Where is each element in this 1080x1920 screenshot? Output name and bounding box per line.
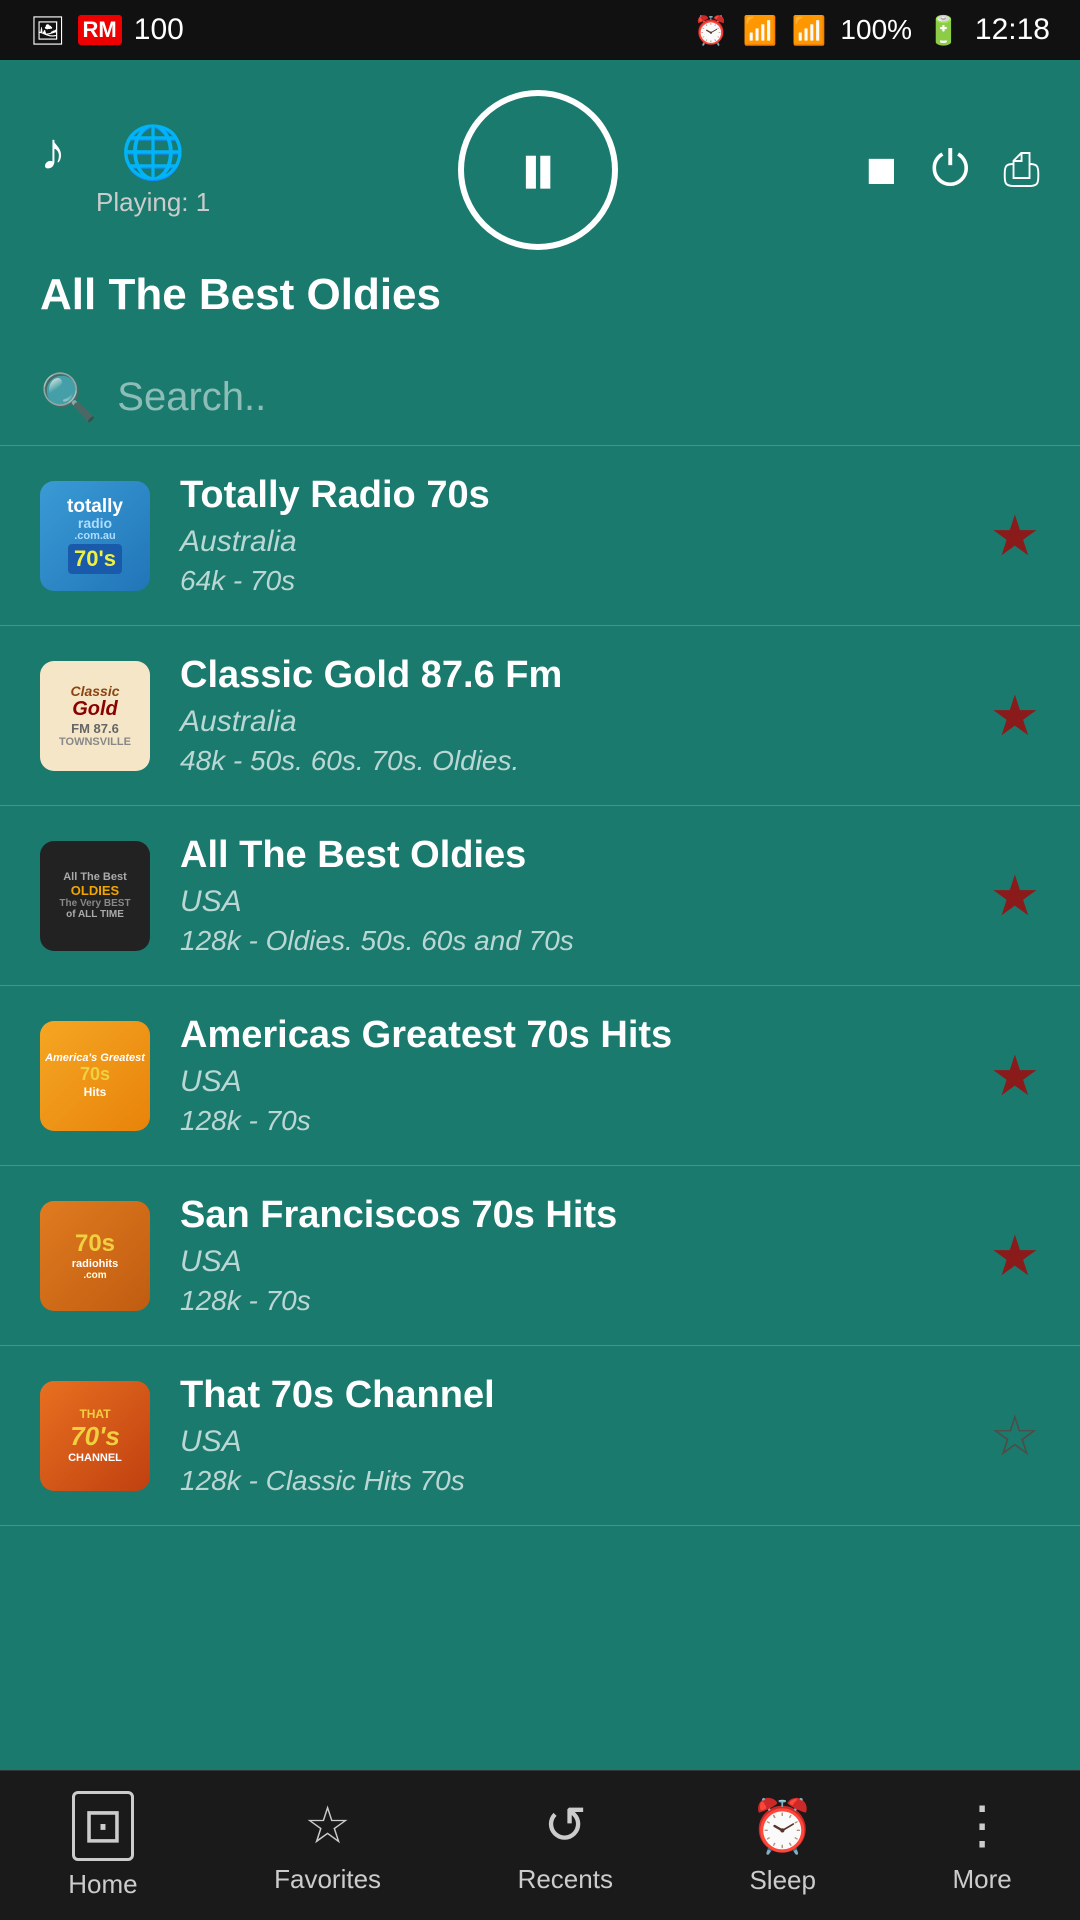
station-info: Classic Gold 87.6 Fm Australia 48k - 50s… [180, 654, 990, 777]
favorite-star[interactable]: ★ [990, 1043, 1040, 1109]
current-station-title: All The Best Oldies [40, 270, 1040, 330]
status-count: 100 [134, 13, 184, 47]
nav-favorites[interactable]: ☆ Favorites [274, 1796, 381, 1895]
globe-icon[interactable]: 🌐 [121, 122, 186, 183]
station-logo: All The Best OLDIES The Very BEST of ALL… [40, 841, 150, 951]
nav-home[interactable]: ⊡ Home [68, 1791, 137, 1900]
station-bitrate: 48k - 50s. 60s. 70s. Oldies. [180, 745, 990, 777]
status-bar: 🖼 RM 100 ⏰ 📶 📶 100% 🔋 12:18 [0, 0, 1080, 60]
pause-icon: ⏸ [518, 130, 558, 210]
nav-recents-label: Recents [518, 1864, 613, 1895]
station-bitrate: 64k - 70s [180, 565, 990, 597]
station-bitrate: 128k - 70s [180, 1105, 990, 1137]
image-icon: 🖼 [30, 14, 66, 47]
favorite-star[interactable]: ★ [990, 503, 1040, 569]
nav-recents[interactable]: ↺ Recents [518, 1796, 613, 1895]
station-logo: Classic Gold FM 87.6 TOWNSVILLE [40, 661, 150, 771]
station-name: Totally Radio 70s [180, 474, 990, 517]
station-info: San Franciscos 70s Hits USA 128k - 70s [180, 1194, 990, 1317]
station-country: USA [180, 1245, 990, 1279]
search-bar: 🔍 [0, 350, 1080, 446]
nav-sleep-label: Sleep [749, 1865, 816, 1896]
station-country: USA [180, 885, 990, 919]
station-country: USA [180, 1065, 990, 1099]
battery-icon: 🔋 [926, 14, 961, 47]
radio-icon: RM [78, 15, 122, 45]
music-icon[interactable]: ♪ [40, 122, 66, 182]
player-area: ♪ 🌐 Playing: 1 ⏸ ■ ⏻ ⎙ All The Best Oldi… [0, 60, 1080, 350]
favorite-star[interactable]: ★ [990, 1223, 1040, 1289]
station-item[interactable]: THAT 70's CHANNEL That 70s Channel USA 1… [0, 1346, 1080, 1526]
stop-button[interactable]: ■ [866, 140, 897, 200]
station-info: All The Best Oldies USA 128k - Oldies. 5… [180, 834, 990, 957]
station-bitrate: 128k - 70s [180, 1285, 990, 1317]
sleep-icon: ⏰ [750, 1796, 815, 1857]
station-item[interactable]: 70s radiohits .com San Franciscos 70s Hi… [0, 1166, 1080, 1346]
nav-favorites-label: Favorites [274, 1864, 381, 1895]
station-country: Australia [180, 525, 990, 559]
favorite-star[interactable]: ★ [990, 863, 1040, 929]
right-controls: ■ ⏻ ⎙ [866, 140, 1040, 200]
battery-percent: 100% [840, 14, 912, 46]
favorite-star[interactable]: ★ [990, 683, 1040, 749]
station-logo: totally radio .com.au 70's [40, 481, 150, 591]
station-country: USA [180, 1425, 990, 1459]
station-bitrate: 128k - Classic Hits 70s [180, 1465, 990, 1497]
wifi-icon: 📶 [743, 14, 778, 47]
status-left: 🖼 RM 100 [30, 13, 184, 47]
station-name: San Franciscos 70s Hits [180, 1194, 990, 1237]
power-button[interactable]: ⏻ [931, 142, 969, 198]
nav-more-label: More [952, 1864, 1011, 1895]
station-info: Totally Radio 70s Australia 64k - 70s [180, 474, 990, 597]
favorite-star[interactable]: ☆ [990, 1403, 1040, 1469]
left-controls: ♪ 🌐 Playing: 1 [40, 122, 210, 218]
station-item[interactable]: Classic Gold FM 87.6 TOWNSVILLE Classic … [0, 626, 1080, 806]
search-input[interactable] [117, 375, 1040, 420]
favorites-icon: ☆ [304, 1796, 351, 1856]
more-icon: ⋮ [956, 1796, 1008, 1856]
station-list: totally radio .com.au 70's Totally Radio… [0, 446, 1080, 1786]
player-controls: ♪ 🌐 Playing: 1 ⏸ ■ ⏻ ⎙ [40, 90, 1040, 250]
status-right: ⏰ 📶 📶 100% 🔋 12:18 [694, 13, 1050, 47]
station-name: That 70s Channel [180, 1374, 990, 1417]
globe-area: 🌐 Playing: 1 [96, 122, 210, 218]
station-item[interactable]: America's Greatest 70s Hits Americas Gre… [0, 986, 1080, 1166]
station-name: Classic Gold 87.6 Fm [180, 654, 990, 697]
station-bitrate: 128k - Oldies. 50s. 60s and 70s [180, 925, 990, 957]
station-info: That 70s Channel USA 128k - Classic Hits… [180, 1374, 990, 1497]
station-info: Americas Greatest 70s Hits USA 128k - 70… [180, 1014, 990, 1137]
station-logo: America's Greatest 70s Hits [40, 1021, 150, 1131]
nav-more[interactable]: ⋮ More [952, 1796, 1011, 1895]
station-country: Australia [180, 705, 990, 739]
nav-home-label: Home [68, 1869, 137, 1900]
station-item[interactable]: All The Best OLDIES The Very BEST of ALL… [0, 806, 1080, 986]
home-icon: ⊡ [72, 1791, 134, 1861]
bottom-nav: ⊡ Home ☆ Favorites ↺ Recents ⏰ Sleep ⋮ M… [0, 1770, 1080, 1920]
playing-label: Playing: 1 [96, 187, 210, 218]
station-logo: 70s radiohits .com [40, 1201, 150, 1311]
clock: 12:18 [975, 13, 1050, 47]
search-inner: 🔍 [40, 370, 1040, 425]
nav-sleep[interactable]: ⏰ Sleep [749, 1796, 816, 1896]
station-item[interactable]: totally radio .com.au 70's Totally Radio… [0, 446, 1080, 626]
recents-icon: ↺ [543, 1796, 587, 1856]
share-button[interactable]: ⎙ [1003, 142, 1040, 198]
pause-button[interactable]: ⏸ [458, 90, 618, 250]
station-logo: THAT 70's CHANNEL [40, 1381, 150, 1491]
station-name: Americas Greatest 70s Hits [180, 1014, 990, 1057]
station-name: All The Best Oldies [180, 834, 990, 877]
alarm-icon: ⏰ [694, 14, 729, 47]
search-icon: 🔍 [40, 370, 97, 425]
signal-icon: 📶 [792, 14, 827, 47]
